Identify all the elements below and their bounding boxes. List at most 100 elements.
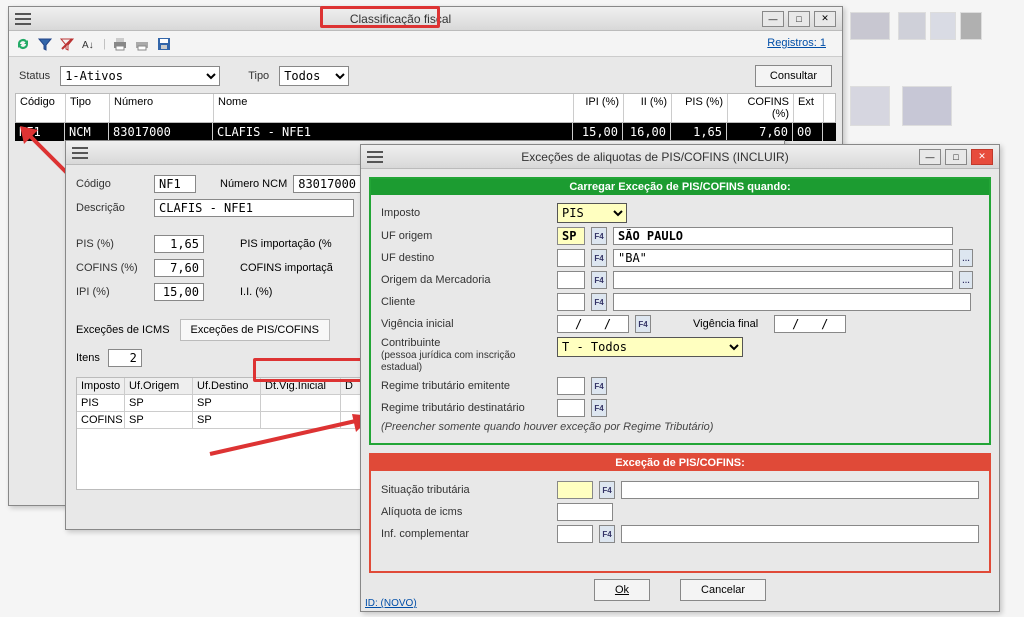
itens-field[interactable] xyxy=(108,349,142,367)
close-button[interactable]: ✕ xyxy=(814,11,836,27)
consultar-button[interactable]: Consultar xyxy=(755,65,832,87)
menu-icon[interactable] xyxy=(15,13,31,25)
col-pis[interactable]: PIS (%) xyxy=(672,94,728,122)
f4-icon[interactable]: F4 xyxy=(599,525,615,543)
pis-field[interactable] xyxy=(154,235,204,253)
refresh-icon[interactable] xyxy=(15,36,31,52)
cell-cofins: 7,60 xyxy=(727,123,793,141)
ufd-code-field[interactable] xyxy=(557,249,585,267)
filter-clear-icon[interactable] xyxy=(59,36,75,52)
col-ii[interactable]: II (%) xyxy=(624,94,672,122)
infcompl-desc-field[interactable] xyxy=(621,525,979,543)
f4-icon[interactable]: F4 xyxy=(591,271,607,289)
col-cofins[interactable]: COFINS (%) xyxy=(728,94,794,122)
f4-icon[interactable]: F4 xyxy=(591,399,607,417)
filter-icon[interactable] xyxy=(37,36,53,52)
ufo-name-field[interactable] xyxy=(613,227,953,245)
col-ext[interactable]: Ext xyxy=(794,94,824,122)
ufo-label: UF origem xyxy=(381,230,551,242)
ncm-label: Número NCM xyxy=(220,178,287,190)
ufo-code-field[interactable] xyxy=(557,227,585,245)
tipo-select[interactable]: Todos xyxy=(279,66,349,86)
ihdr-dtv[interactable]: Dt.Vig.Inicial xyxy=(261,378,341,395)
ufd-name-field[interactable] xyxy=(613,249,953,267)
tab-icms-label: Exceções de ICMS xyxy=(76,324,170,336)
orimerc-name-field[interactable] xyxy=(613,271,953,289)
ihdr-ufo[interactable]: Uf.Origem xyxy=(125,378,193,395)
cofins-field[interactable] xyxy=(154,259,204,277)
cell-tipo: NCM xyxy=(65,123,109,141)
svg-text:A↓: A↓ xyxy=(82,40,94,51)
ok-button[interactable]: Ok xyxy=(594,579,650,601)
ihdr-imposto[interactable]: Imposto xyxy=(77,378,125,395)
cliente-name-field[interactable] xyxy=(613,293,971,311)
sittrib-field[interactable] xyxy=(557,481,593,499)
vigfim-label: Vigência final xyxy=(693,318,758,330)
contrib-select[interactable]: T - Todos xyxy=(557,337,743,357)
status-label: Status xyxy=(19,70,50,82)
vigfim-field[interactable] xyxy=(774,315,846,333)
cliente-code-field[interactable] xyxy=(557,293,585,311)
vigini-field[interactable] xyxy=(557,315,629,333)
maximize-button[interactable]: □ xyxy=(945,149,967,165)
menu-icon[interactable] xyxy=(72,147,88,159)
close-button[interactable]: ✕ xyxy=(971,149,993,165)
f4-icon[interactable]: F4 xyxy=(635,315,651,333)
grid-row-selected[interactable]: NF1 NCM 83017000 CLAFIS - NFE1 15,00 16,… xyxy=(15,123,836,141)
titlebar-dialog[interactable]: Exceções de aliquotas de PIS/COFINS (INC… xyxy=(361,145,999,169)
f4-icon[interactable]: F4 xyxy=(591,227,607,245)
ihdr-ufd[interactable]: Uf.Destino xyxy=(193,378,261,395)
maximize-button[interactable]: □ xyxy=(788,11,810,27)
panel-excecao: Exceção de PIS/COFINS: Situação tributár… xyxy=(369,453,991,573)
dialog-title: Exceções de aliquotas de PIS/COFINS (INC… xyxy=(391,150,919,164)
col-ipi[interactable]: IPI (%) xyxy=(574,94,624,122)
menu-icon[interactable] xyxy=(367,151,383,163)
ellipsis-icon[interactable]: … xyxy=(959,249,973,267)
sittrib-label: Situação tributária xyxy=(381,484,551,496)
regdest-field[interactable] xyxy=(557,399,585,417)
infcompl-field[interactable] xyxy=(557,525,593,543)
print2-icon[interactable] xyxy=(134,36,150,52)
minimize-button[interactable]: — xyxy=(919,149,941,165)
minimize-button[interactable]: — xyxy=(762,11,784,27)
toolbar: A↓ | xyxy=(9,31,842,57)
grid-header: Código Tipo Número Nome IPI (%) II (%) P… xyxy=(15,93,836,123)
col-nome[interactable]: Nome xyxy=(214,94,574,122)
titlebar[interactable]: Classificação fiscal — □ ✕ xyxy=(9,7,842,31)
f4-icon[interactable]: F4 xyxy=(591,293,607,311)
regemi-label: Regime tributário emitente xyxy=(381,380,551,392)
panel1-title: Carregar Exceção de PIS/COFINS quando: xyxy=(371,179,989,195)
save-icon[interactable] xyxy=(156,36,172,52)
ihdr-ext[interactable]: D xyxy=(341,378,361,395)
tab-piscofins[interactable]: Exceções de PIS/COFINS xyxy=(180,319,330,341)
id-line: ID: (NOVO) xyxy=(365,598,417,609)
orimerc-code-field[interactable] xyxy=(557,271,585,289)
print-icon[interactable] xyxy=(112,36,128,52)
registros-link[interactable]: Registros: 1 xyxy=(767,37,826,49)
descricao-field[interactable] xyxy=(154,199,354,217)
status-select[interactable]: 1-Ativos xyxy=(60,66,220,86)
col-tipo[interactable]: Tipo xyxy=(66,94,110,122)
f4-icon[interactable]: F4 xyxy=(599,481,615,499)
cell-codigo: NF1 xyxy=(15,123,65,141)
sort-icon[interactable]: A↓ xyxy=(81,36,97,52)
f4-icon[interactable]: F4 xyxy=(591,249,607,267)
regemi-field[interactable] xyxy=(557,377,585,395)
f4-icon[interactable]: F4 xyxy=(591,377,607,395)
pis-label: PIS (%) xyxy=(76,238,148,250)
imposto-select[interactable]: PIS xyxy=(557,203,627,223)
panel2-title: Exceção de PIS/COFINS: xyxy=(371,455,989,471)
sittrib-desc-field[interactable] xyxy=(621,481,979,499)
cofins-label: COFINS (%) xyxy=(76,262,148,274)
col-numero[interactable]: Número xyxy=(110,94,214,122)
cofinsimp-label: COFINS importaçã xyxy=(240,262,333,274)
col-codigo[interactable]: Código xyxy=(16,94,66,122)
ipi-field[interactable] xyxy=(154,283,204,301)
cancelar-button[interactable]: Cancelar xyxy=(680,579,766,601)
vigini-label: Vigência inicial xyxy=(381,318,551,330)
aliqicms-field[interactable] xyxy=(557,503,613,521)
cell-nome: CLAFIS - NFE1 xyxy=(213,123,573,141)
ellipsis-icon[interactable]: … xyxy=(959,271,973,289)
codigo-field[interactable] xyxy=(154,175,196,193)
panel-carregar: Carregar Exceção de PIS/COFINS quando: I… xyxy=(369,177,991,445)
